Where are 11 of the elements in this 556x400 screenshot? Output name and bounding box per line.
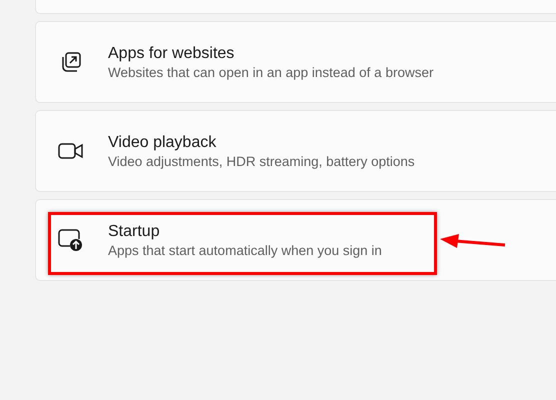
card-subtitle: Websites that can open in an app instead of a browser	[108, 64, 434, 80]
card-title: Startup	[108, 222, 161, 240]
card-subtitle: Video adjustments, HDR streaming, battery options	[108, 154, 415, 168]
card-title: Video playback	[108, 134, 218, 152]
settings-card[interactable]: Startup Apps that start automatically when you sign in	[35, 199, 556, 281]
startup-icon	[58, 228, 84, 252]
card-subtitle: Apps that start automatically when you sign in	[108, 242, 382, 258]
settings-card[interactable]: Video playback Video adjustments, HDR streaming, battery options	[35, 110, 556, 192]
settings-card[interactable]: Apps for websites Websites that can open in an app instead of a browser	[35, 21, 556, 103]
card-title: Apps for websites	[108, 44, 236, 62]
pointer-arrow	[440, 234, 506, 248]
